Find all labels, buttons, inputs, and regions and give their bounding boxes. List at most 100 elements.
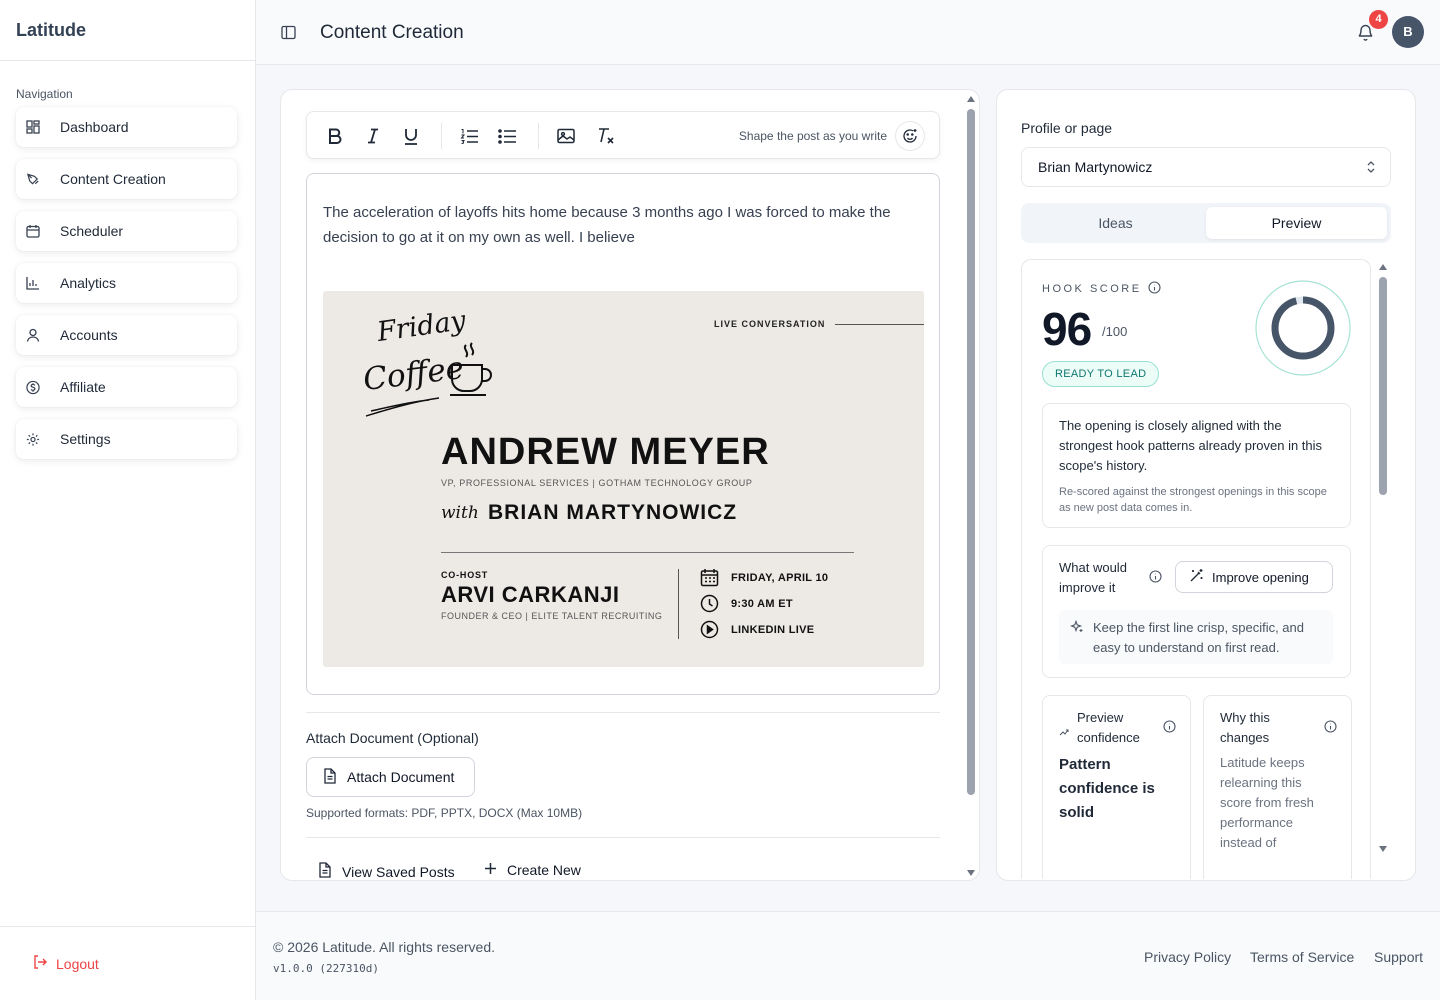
divider <box>306 712 940 713</box>
privacy-policy-link[interactable]: Privacy Policy <box>1144 949 1231 965</box>
info-icon[interactable] <box>1149 570 1162 588</box>
panel-scrollbar[interactable] <box>1379 277 1387 495</box>
banner-guest-role: VP, PROFESSIONAL SERVICES | GOTHAM TECHN… <box>441 478 753 488</box>
clear-format-icon[interactable] <box>595 126 615 146</box>
coffee-cup-icon <box>448 341 496 404</box>
banner-cohost-role: FOUNDER & CEO | ELITE TALENT RECRUITING <box>441 611 663 621</box>
hook-score-ring <box>1255 280 1351 376</box>
toolbar-divider <box>538 123 539 149</box>
document-icon <box>318 862 332 880</box>
underline-icon[interactable] <box>401 126 421 146</box>
logout-button[interactable]: Logout <box>32 954 99 973</box>
trend-icon <box>1059 723 1069 741</box>
calendar-icon <box>700 568 719 587</box>
editor-scrollbar[interactable] <box>967 109 975 795</box>
post-image: Friday Coffee LIVE CONVERSATION ANDREW M… <box>323 291 924 667</box>
footer: © 2026 Latitude. All rights reserved. v1… <box>256 911 1440 1000</box>
hook-score-value: 96 <box>1042 303 1092 355</box>
sidebar-toggle-icon[interactable] <box>281 25 296 45</box>
copyright: © 2026 Latitude. All rights reserved. <box>273 939 495 955</box>
improve-title: What would improve it <box>1059 560 1127 595</box>
banner-cohost-name: ARVI CARKANJI <box>441 582 620 607</box>
attach-document-label: Attach Document <box>347 769 455 785</box>
toolbar-divider <box>441 123 442 149</box>
view-saved-posts-button[interactable]: View Saved Posts <box>318 862 455 880</box>
toolbar-hint: Shape the post as you write <box>738 129 887 143</box>
sidebar-item-accounts[interactable]: Accounts <box>16 315 237 355</box>
bar-chart-icon <box>26 276 40 290</box>
post-editor[interactable]: The acceleration of layoffs hits home be… <box>306 173 940 695</box>
image-icon[interactable] <box>556 126 576 146</box>
banner-tag-line <box>835 324 924 325</box>
tab-preview[interactable]: Preview <box>1206 207 1387 239</box>
nav-heading: Navigation <box>16 87 73 101</box>
plus-icon <box>484 862 497 878</box>
sidebar-item-analytics[interactable]: Analytics <box>16 263 237 303</box>
supported-formats: Supported formats: PDF, PPTX, DOCX (Max … <box>306 806 583 820</box>
improve-card: What would improve it Improve opening Ke… <box>1042 545 1351 678</box>
profile-select-value: Brian Martynowicz <box>1038 159 1153 175</box>
confidence-title: Preview confidence <box>1077 710 1140 745</box>
dashboard-icon <box>26 120 40 134</box>
clock-icon <box>700 594 719 613</box>
divider <box>306 837 940 838</box>
italic-icon[interactable] <box>363 126 383 146</box>
logout-label: Logout <box>56 955 99 972</box>
info-icon[interactable] <box>1148 281 1161 297</box>
sparkle-icon <box>1069 619 1084 640</box>
sidebar-item-settings[interactable]: Settings <box>16 419 237 459</box>
post-text[interactable]: The acceleration of layoffs hits home be… <box>323 200 923 250</box>
create-new-button[interactable]: Create New <box>484 862 581 878</box>
top-bar: Content Creation 4 B <box>256 0 1440 65</box>
play-icon <box>700 620 719 639</box>
improve-tip: Keep the first line crisp, specific, and… <box>1059 610 1333 664</box>
avatar[interactable]: B <box>1392 16 1424 48</box>
user-icon <box>26 328 40 342</box>
sidebar-item-label: Affiliate <box>60 379 106 395</box>
banner-with: with <box>441 503 479 523</box>
summary-card: The opening is closely aligned with the … <box>1042 403 1351 528</box>
scroll-up-arrow[interactable] <box>1379 264 1387 270</box>
sidebar-item-label: Scheduler <box>60 223 124 239</box>
summary-text: The opening is closely aligned with the … <box>1059 418 1323 473</box>
banner-tag: LIVE CONVERSATION <box>714 319 826 329</box>
numbered-list-icon[interactable] <box>459 126 479 146</box>
document-icon <box>323 767 337 787</box>
scroll-down-arrow[interactable] <box>1379 846 1387 852</box>
profile-select[interactable]: Brian Martynowicz <box>1021 147 1391 187</box>
sidebar-item-content-creation[interactable]: Content Creation <box>16 159 237 199</box>
info-icon[interactable] <box>1324 720 1337 738</box>
terms-of-service-link[interactable]: Terms of Service <box>1250 949 1354 965</box>
scroll-down-arrow[interactable] <box>967 870 975 876</box>
gear-icon <box>26 432 40 446</box>
bold-icon[interactable] <box>325 126 345 146</box>
sidebar-item-label: Settings <box>60 431 111 447</box>
sidebar-item-dashboard[interactable]: Dashboard <box>16 107 237 147</box>
scroll-up-arrow[interactable] <box>967 96 975 102</box>
improve-opening-button[interactable]: Improve opening <box>1175 561 1333 593</box>
swoosh-icon <box>363 395 441 424</box>
sidebar-item-affiliate[interactable]: Affiliate <box>16 367 237 407</box>
bullet-list-icon[interactable] <box>497 126 517 146</box>
chevron-up-down-icon <box>1366 160 1376 177</box>
attach-document-button[interactable]: Attach Document <box>306 757 475 797</box>
improve-opening-label: Improve opening <box>1212 569 1309 585</box>
info-icon[interactable] <box>1163 720 1176 738</box>
tab-ideas[interactable]: Ideas <box>1025 207 1206 239</box>
ai-assist-icon[interactable] <box>895 121 925 151</box>
banner-date-row: FRIDAY, APRIL 10 <box>700 568 828 587</box>
banner-vertical-divider <box>678 569 679 639</box>
brand-logo[interactable]: Latitude <box>0 0 255 61</box>
sidebar-divider <box>0 926 256 927</box>
improve-tip-text: Keep the first line crisp, specific, and… <box>1093 620 1304 655</box>
support-link[interactable]: Support <box>1374 949 1423 965</box>
confidence-value: Pattern confidence is solid <box>1059 756 1155 821</box>
hook-score-label-text: HOOK SCORE <box>1042 283 1142 295</box>
banner-cohost-label: CO-HOST <box>441 570 489 580</box>
status-badge: READY TO LEAD <box>1042 361 1160 387</box>
sidebar-item-label: Dashboard <box>60 119 129 135</box>
hook-score-max: /100 <box>1102 324 1128 339</box>
calendar-icon <box>26 224 40 238</box>
sidebar-item-scheduler[interactable]: Scheduler <box>16 211 237 251</box>
page-title: Content Creation <box>320 22 464 43</box>
